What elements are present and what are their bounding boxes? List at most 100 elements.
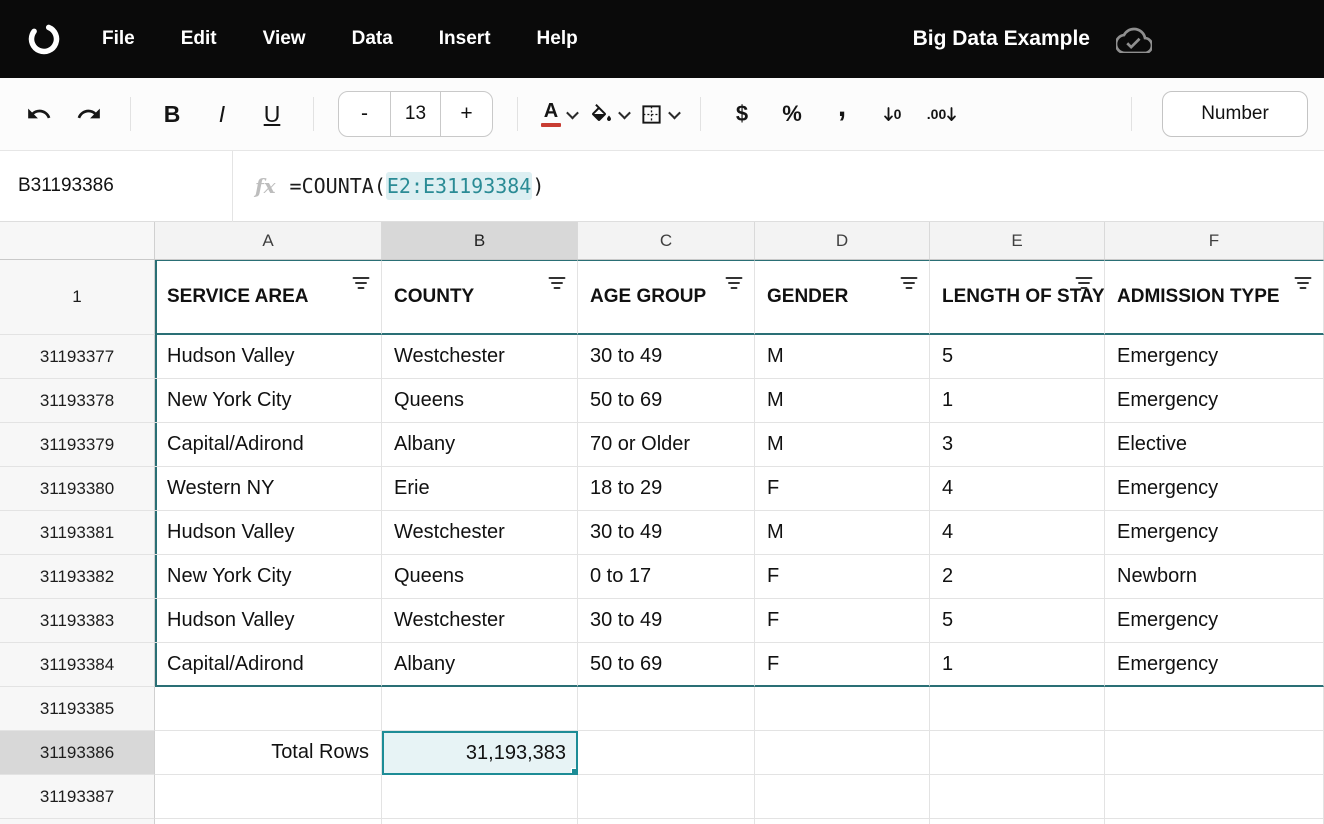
cell[interactable] — [755, 731, 930, 775]
undo-button[interactable] — [17, 91, 61, 137]
column-header-e[interactable]: E — [930, 222, 1105, 259]
selected-cell[interactable]: 31,193,383 — [382, 731, 578, 775]
document-title[interactable]: Big Data Example — [913, 27, 1090, 51]
cell[interactable] — [382, 775, 578, 819]
cell[interactable]: Albany — [382, 423, 578, 467]
cell[interactable]: Hudson Valley — [155, 511, 382, 555]
cell[interactable]: Westchester — [382, 511, 578, 555]
header-cell-service-area[interactable]: SERVICE AREA — [155, 260, 382, 335]
cell[interactable]: Newborn — [1105, 555, 1324, 599]
cell[interactable]: M — [755, 335, 930, 379]
column-header-b[interactable]: B — [382, 222, 578, 259]
cell-reference-box[interactable]: B31193386 — [0, 175, 232, 197]
filter-icon[interactable] — [548, 276, 566, 290]
fill-color-button[interactable] — [587, 91, 631, 137]
cell[interactable]: 4 — [930, 511, 1105, 555]
cell[interactable]: 1 — [930, 379, 1105, 423]
cell[interactable]: M — [755, 511, 930, 555]
cell[interactable]: F — [755, 643, 930, 687]
cell[interactable]: Hudson Valley — [155, 335, 382, 379]
cell[interactable] — [930, 819, 1105, 824]
cell[interactable] — [155, 775, 382, 819]
cell[interactable]: F — [755, 555, 930, 599]
cell[interactable]: M — [755, 379, 930, 423]
cloud-sync-icon[interactable] — [1116, 26, 1152, 53]
cell[interactable] — [578, 819, 755, 824]
underline-button[interactable]: U — [250, 91, 294, 137]
menu-file[interactable]: File — [102, 28, 135, 50]
column-header-c[interactable]: C — [578, 222, 755, 259]
cell[interactable]: 50 to 69 — [578, 643, 755, 687]
row-number[interactable]: 31193380 — [0, 467, 155, 511]
column-header-d[interactable]: D — [755, 222, 930, 259]
cell[interactable]: M — [755, 423, 930, 467]
fill-handle[interactable] — [571, 768, 578, 775]
cell[interactable]: Erie — [382, 467, 578, 511]
row-number[interactable]: 31193378 — [0, 379, 155, 423]
cell[interactable]: Capital/Adirond — [155, 643, 382, 687]
text-color-button[interactable]: A — [537, 91, 581, 137]
cell[interactable]: Westchester — [382, 599, 578, 643]
comma-format-button[interactable]: , — [820, 91, 864, 137]
total-rows-label-cell[interactable]: Total Rows — [155, 731, 382, 775]
cell[interactable] — [578, 687, 755, 731]
cell[interactable]: Emergency — [1105, 511, 1324, 555]
cell[interactable]: 18 to 29 — [578, 467, 755, 511]
row-number[interactable]: 31193383 — [0, 599, 155, 643]
cell[interactable] — [578, 775, 755, 819]
cell[interactable]: Emergency — [1105, 599, 1324, 643]
font-size-value[interactable]: 13 — [390, 92, 441, 136]
cell[interactable]: Emergency — [1105, 643, 1324, 687]
row-number[interactable] — [0, 819, 155, 824]
cell[interactable]: 1 — [930, 643, 1105, 687]
cell[interactable] — [930, 731, 1105, 775]
cell[interactable]: 30 to 49 — [578, 511, 755, 555]
cell[interactable]: Western NY — [155, 467, 382, 511]
cell[interactable]: Capital/Adirond — [155, 423, 382, 467]
formula-input[interactable]: =COUNTA(E2:E31193384) — [290, 172, 545, 200]
header-cell-admission-type[interactable]: ADMISSION TYPE — [1105, 260, 1324, 335]
cell[interactable]: F — [755, 467, 930, 511]
cell[interactable]: Emergency — [1105, 467, 1324, 511]
filter-icon[interactable] — [352, 276, 370, 290]
cell[interactable]: Emergency — [1105, 335, 1324, 379]
filter-icon[interactable] — [900, 276, 918, 290]
menu-insert[interactable]: Insert — [439, 28, 491, 50]
menu-help[interactable]: Help — [537, 28, 578, 50]
cell[interactable]: 70 or Older — [578, 423, 755, 467]
borders-button[interactable] — [637, 91, 681, 137]
filter-icon[interactable] — [1075, 276, 1093, 290]
percent-format-button[interactable]: % — [770, 91, 814, 137]
cell[interactable]: 5 — [930, 599, 1105, 643]
cell[interactable]: F — [755, 599, 930, 643]
bold-button[interactable]: B — [150, 91, 194, 137]
header-cell-gender[interactable]: GENDER — [755, 260, 930, 335]
cell[interactable] — [755, 775, 930, 819]
menu-view[interactable]: View — [263, 28, 306, 50]
number-format-dropdown[interactable]: Number — [1162, 91, 1308, 137]
row-number[interactable]: 31193382 — [0, 555, 155, 599]
app-logo-icon[interactable] — [22, 17, 66, 61]
cell[interactable]: 5 — [930, 335, 1105, 379]
cell[interactable]: Queens — [382, 555, 578, 599]
cell[interactable] — [1105, 775, 1324, 819]
cell[interactable] — [930, 687, 1105, 731]
row-number[interactable]: 31193379 — [0, 423, 155, 467]
row-number[interactable]: 31193385 — [0, 687, 155, 731]
row-number[interactable]: 31193384 — [0, 643, 155, 687]
column-header-a[interactable]: A — [155, 222, 382, 259]
cell[interactable] — [578, 731, 755, 775]
cell[interactable]: Elective — [1105, 423, 1324, 467]
redo-button[interactable] — [67, 91, 111, 137]
cell[interactable] — [755, 819, 930, 824]
cell[interactable] — [1105, 819, 1324, 824]
header-cell-length-of-stay[interactable]: LENGTH OF STAY — [930, 260, 1105, 335]
header-cell-age-group[interactable]: AGE GROUP — [578, 260, 755, 335]
cell[interactable] — [155, 819, 382, 824]
cell[interactable]: Queens — [382, 379, 578, 423]
cell[interactable] — [155, 687, 382, 731]
row-number[interactable]: 31193381 — [0, 511, 155, 555]
cell[interactable]: 2 — [930, 555, 1105, 599]
cell[interactable] — [755, 687, 930, 731]
cell[interactable]: Westchester — [382, 335, 578, 379]
